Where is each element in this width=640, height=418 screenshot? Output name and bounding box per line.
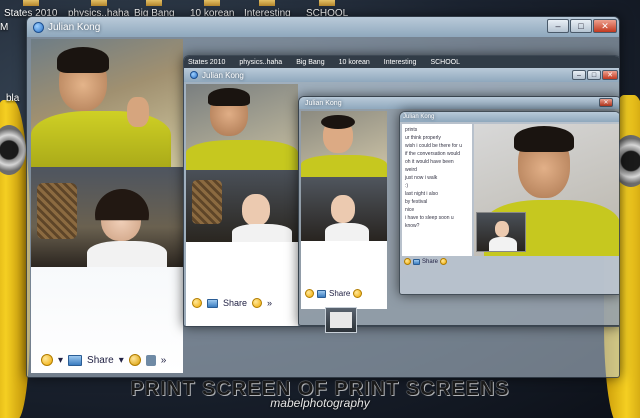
close-button[interactable]: ✕ [593, 19, 617, 33]
minimize-button[interactable]: – [572, 70, 586, 80]
share-icon[interactable] [68, 354, 83, 366]
share-button[interactable]: Share [223, 298, 247, 308]
minimize-button[interactable]: – [547, 19, 569, 33]
innermost-title-bar[interactable]: Julian Kong [400, 112, 619, 122]
close-button[interactable]: ✕ [599, 98, 613, 107]
inner-input-area[interactable] [301, 241, 387, 309]
nudge-icon[interactable] [128, 354, 141, 366]
middle-webcam-julian [186, 84, 298, 170]
inner-window-title: Julian Kong [305, 99, 342, 107]
innermost-webcam-girl [476, 212, 526, 252]
middle-chat-window: States 2010 physics..haha Big Bang 10 ko… [183, 55, 619, 327]
messenger-icon [190, 71, 198, 79]
innermost-toolbar: Share [404, 258, 448, 265]
inner-title-bar[interactable]: Julian Kong ✕ [299, 97, 619, 109]
folder-icon [22, 0, 39, 6]
share-button[interactable]: Share [87, 355, 114, 366]
innermost-window-title: Julian Kong [403, 114, 435, 120]
person-shirt [31, 111, 171, 167]
nudge-icon[interactable] [440, 258, 448, 265]
innermost-chat-window: Julian Kong prints ur think properly wis… [399, 111, 619, 295]
share-button[interactable]: Share [329, 289, 350, 298]
folder-icon [319, 0, 336, 6]
desktop-text-left: M [0, 22, 9, 33]
outer-chat-window: Julian Kong – □ ✕ ▾ Share ▾ » States 2010… [26, 16, 620, 378]
desktop-text-left-2: bla [6, 93, 20, 104]
taskbar-thumbnail[interactable] [325, 307, 357, 333]
close-button[interactable]: ✕ [602, 70, 618, 80]
person-hair [57, 47, 109, 73]
share-icon[interactable] [207, 298, 218, 308]
outer-toolbar: ▾ Share ▾ » [41, 354, 166, 366]
outer-window-title: Julian Kong [48, 21, 101, 33]
webcam-photo-julian [31, 39, 183, 167]
share-icon[interactable] [413, 258, 420, 265]
inner-toolbar: Share [305, 289, 363, 298]
inner-webcam-girl [301, 177, 387, 241]
pointing-hand [127, 97, 149, 127]
folder-icon [90, 0, 107, 6]
innermost-conversation: prints ur think properly wish i could be… [402, 124, 472, 256]
maximize-button[interactable]: □ [570, 19, 592, 33]
folder-icon [146, 0, 163, 6]
share-icon[interactable] [317, 289, 326, 298]
middle-input-area[interactable] [186, 242, 298, 326]
nudge-icon[interactable] [252, 298, 263, 308]
middle-title-bar[interactable]: Julian Kong – □ ✕ [184, 68, 619, 82]
folder-icon [259, 0, 276, 6]
emoticon-icon[interactable] [192, 298, 202, 308]
more-icon[interactable]: » [267, 298, 272, 308]
outer-title-bar[interactable]: Julian Kong – □ ✕ [27, 17, 619, 37]
emoticon-icon[interactable] [41, 354, 53, 366]
middle-window-title: Julian Kong [202, 70, 244, 80]
middle-shortcut-bar: States 2010 physics..haha Big Bang 10 ko… [184, 56, 619, 68]
chair-back [37, 183, 77, 239]
more-icon[interactable]: » [161, 355, 167, 366]
emoticon-icon[interactable] [305, 289, 314, 298]
share-button[interactable]: Share [422, 259, 438, 265]
nudge-icon[interactable] [353, 289, 363, 298]
phone-icon[interactable] [145, 354, 156, 366]
maximize-button[interactable]: □ [587, 70, 601, 80]
emoticon-icon[interactable] [404, 258, 411, 265]
middle-webcam-girl [186, 170, 298, 242]
middle-toolbar: Share » [192, 298, 272, 308]
webcam-photo-girl [31, 167, 183, 267]
inner-chat-window: Julian Kong ✕ Share Julian Kong prints u… [298, 96, 619, 326]
folder-icon [204, 0, 221, 6]
photographer-watermark: mabelphotography [270, 396, 370, 410]
girl-top [87, 241, 167, 267]
inner-webcam-julian [301, 111, 387, 177]
messenger-icon [33, 21, 44, 33]
